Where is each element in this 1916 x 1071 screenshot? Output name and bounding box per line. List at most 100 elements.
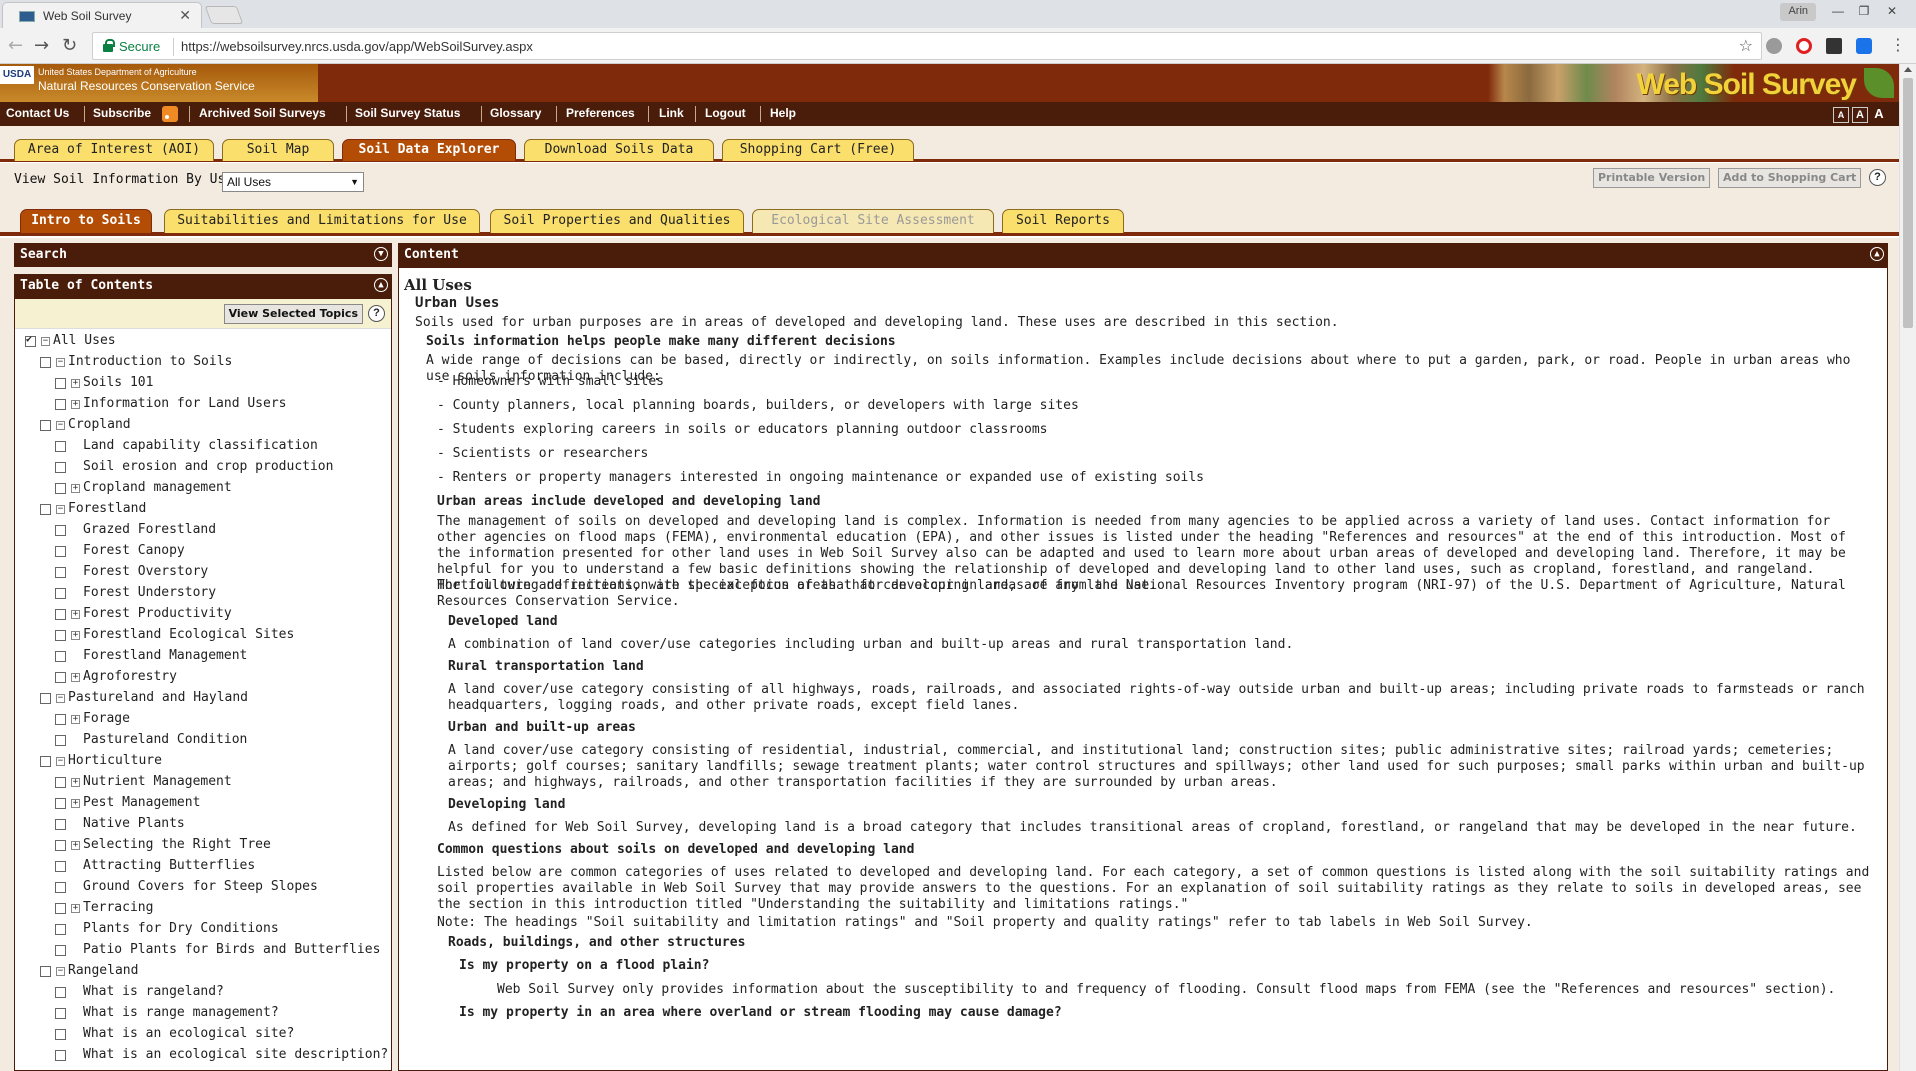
collapse-minus-icon[interactable]: − <box>56 757 65 766</box>
text-size-large-button[interactable]: A <box>1871 107 1887 123</box>
expand-search-icon[interactable]: ▼ <box>374 247 388 261</box>
toc-checkbox[interactable] <box>55 777 66 788</box>
toc-checkbox[interactable] <box>40 357 51 368</box>
expand-plus-icon[interactable]: + <box>71 400 80 409</box>
toc-help-icon[interactable]: ? <box>368 305 385 322</box>
browser-tab[interactable]: Web Soil Survey ✕ <box>2 2 202 28</box>
toc-checkbox[interactable] <box>55 399 66 410</box>
nav-help[interactable]: Help <box>770 106 796 120</box>
expand-plus-icon[interactable]: + <box>71 484 80 493</box>
toc-checkbox[interactable] <box>55 378 66 389</box>
toc-checkbox[interactable] <box>55 945 66 956</box>
expand-plus-icon[interactable]: + <box>71 673 80 682</box>
minimize-button[interactable]: — <box>1826 2 1850 22</box>
toc-checkbox[interactable] <box>40 504 51 515</box>
toc-checkbox[interactable] <box>55 483 66 494</box>
toc-checkbox[interactable] <box>40 420 51 431</box>
expand-plus-icon[interactable]: + <box>71 799 80 808</box>
toc-checkbox[interactable] <box>55 861 66 872</box>
nav-subscribe[interactable]: Subscribe <box>93 106 151 120</box>
toc-checkbox[interactable] <box>55 819 66 830</box>
opera-extension-icon[interactable] <box>1796 38 1812 54</box>
url-text[interactable]: https://websoilsurvey.nrcs.usda.gov/app/… <box>181 39 533 54</box>
toc-checkbox[interactable] <box>40 966 51 977</box>
back-arrow-icon[interactable]: ← <box>8 35 23 56</box>
expand-plus-icon[interactable]: + <box>71 610 80 619</box>
expand-plus-icon[interactable]: + <box>71 904 80 913</box>
collapse-minus-icon[interactable]: − <box>41 337 50 346</box>
toc-checkbox[interactable] <box>55 462 66 473</box>
toc-checkbox[interactable] <box>55 735 66 746</box>
toc-checkbox[interactable] <box>25 334 36 347</box>
toc-checkbox[interactable] <box>55 609 66 620</box>
expand-plus-icon[interactable]: + <box>71 715 80 724</box>
toc-checkbox[interactable] <box>55 672 66 683</box>
toc-checkbox[interactable] <box>55 1029 66 1040</box>
toc-checkbox[interactable] <box>55 987 66 998</box>
tab-close-icon[interactable]: ✕ <box>179 7 191 24</box>
extension-icon-1[interactable] <box>1766 38 1782 54</box>
collapse-minus-icon[interactable]: − <box>56 421 65 430</box>
extension-icon-3[interactable] <box>1826 38 1842 54</box>
expand-plus-icon[interactable]: + <box>71 631 80 640</box>
tab-soil-reports[interactable]: Soil Reports <box>1002 209 1124 233</box>
toc-checkbox[interactable] <box>55 588 66 599</box>
nav-logout[interactable]: Logout <box>705 106 746 120</box>
collapse-minus-icon[interactable]: − <box>56 967 65 976</box>
collapse-minus-icon[interactable]: − <box>56 358 65 367</box>
close-window-button[interactable]: ✕ <box>1880 2 1904 22</box>
tab-soil-data-explorer[interactable]: Soil Data Explorer <box>342 139 516 161</box>
toc-checkbox[interactable] <box>55 1050 66 1061</box>
rss-feed-icon[interactable] <box>162 106 178 122</box>
tab-shopping-cart[interactable]: Shopping Cart (Free) <box>722 139 914 161</box>
toc-checkbox[interactable] <box>55 525 66 536</box>
toc-checkbox[interactable] <box>55 882 66 893</box>
toc-checkbox[interactable] <box>55 567 66 578</box>
help-icon[interactable]: ? <box>1869 169 1886 186</box>
restore-button[interactable]: ❐ <box>1852 2 1876 22</box>
nav-soil-survey-status[interactable]: Soil Survey Status <box>355 106 460 120</box>
view-by-use-select[interactable]: All Uses ▼ <box>222 172 364 192</box>
scroll-up-arrow-icon[interactable] <box>1904 67 1912 72</box>
reload-icon[interactable]: ↻ <box>62 35 77 56</box>
expand-plus-icon[interactable]: + <box>71 841 80 850</box>
toc-checkbox[interactable] <box>55 798 66 809</box>
toc-checkbox[interactable] <box>55 714 66 725</box>
page-scrollbar[interactable] <box>1899 64 1916 1071</box>
nav-archived-soil-surveys[interactable]: Archived Soil Surveys <box>199 106 326 120</box>
tab-soil-properties[interactable]: Soil Properties and Qualities <box>490 209 744 233</box>
collapse-minus-icon[interactable]: − <box>56 694 65 703</box>
collapse-minus-icon[interactable]: − <box>56 505 65 514</box>
text-size-small-button[interactable]: A <box>1833 107 1849 123</box>
nav-contact-us[interactable]: Contact Us <box>6 106 69 120</box>
browser-menu-icon[interactable]: ⋮ <box>1890 35 1906 54</box>
new-tab-button[interactable] <box>204 6 244 24</box>
tab-intro-to-soils[interactable]: Intro to Soils <box>20 209 152 233</box>
toc-checkbox[interactable] <box>40 756 51 767</box>
toc-checkbox[interactable] <box>55 903 66 914</box>
toc-checkbox[interactable] <box>55 1008 66 1019</box>
search-panel-header[interactable]: Search ▼ <box>14 243 392 267</box>
nav-link[interactable]: Link <box>659 106 684 120</box>
add-to-shopping-cart-button[interactable]: Add to Shopping Cart <box>1718 168 1862 188</box>
toc-checkbox[interactable] <box>55 630 66 641</box>
toc-checkbox[interactable] <box>40 693 51 704</box>
scrollbar-thumb[interactable] <box>1903 78 1913 328</box>
view-selected-topics-button[interactable]: View Selected Topics <box>223 304 363 324</box>
nav-preferences[interactable]: Preferences <box>566 106 635 120</box>
toc-checkbox[interactable] <box>55 924 66 935</box>
nav-glossary[interactable]: Glossary <box>490 106 541 120</box>
user-profile-chip[interactable]: Arin <box>1780 3 1816 21</box>
tab-area-of-interest[interactable]: Area of Interest (AOI) <box>14 139 214 161</box>
collapse-toc-icon[interactable]: ▲ <box>374 278 388 292</box>
toc-checkbox[interactable] <box>55 441 66 452</box>
extension-icon-4[interactable] <box>1856 38 1872 54</box>
toc-checkbox[interactable] <box>55 840 66 851</box>
tab-ecological-site-assessment[interactable]: Ecological Site Assessment <box>752 209 994 233</box>
expand-plus-icon[interactable]: + <box>71 778 80 787</box>
bookmark-star-icon[interactable]: ☆ <box>1739 36 1753 55</box>
usda-nrcs-logo[interactable]: USDA United States Department of Agricul… <box>0 64 318 102</box>
toc-panel-header[interactable]: Table of Contents ▲ <box>14 274 392 298</box>
toc-checkbox[interactable] <box>55 546 66 557</box>
collapse-content-icon[interactable]: ▲ <box>1870 247 1884 261</box>
